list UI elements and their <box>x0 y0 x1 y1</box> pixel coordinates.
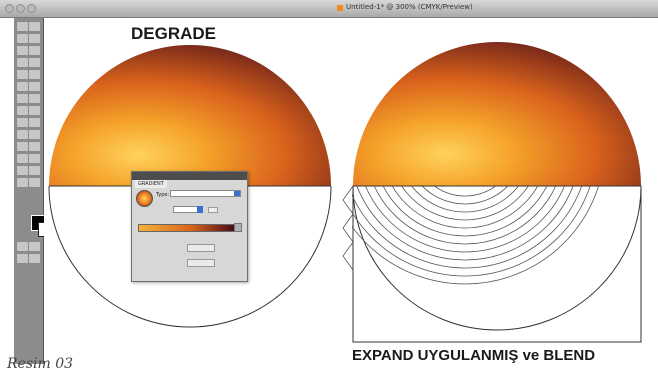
gradient-type-select[interactable] <box>170 190 241 197</box>
gradient-preview-swatch[interactable] <box>136 190 153 207</box>
gradient-tab[interactable]: GRADIENT <box>135 180 167 188</box>
angle-dropdown-arrow-icon[interactable] <box>197 206 203 213</box>
type-label: Type: <box>156 192 170 198</box>
aspect-ratio-input[interactable] <box>208 207 218 213</box>
gradient-panel: GRADIENT Type: <box>131 171 248 282</box>
angle-input[interactable] <box>173 206 200 213</box>
expand-blend-heading: EXPAND UYGULANMIŞ ve BLEND <box>352 347 596 364</box>
location-input[interactable] <box>187 259 215 267</box>
artwork <box>48 42 642 343</box>
blend-zigzag-edge <box>342 185 354 271</box>
degrade-heading: DEGRADE <box>131 24 217 43</box>
right-gradient-half-circle <box>353 42 641 186</box>
opacity-input[interactable] <box>187 244 215 252</box>
gradient-slider[interactable] <box>138 224 235 232</box>
delete-stop-icon[interactable] <box>234 223 242 232</box>
chevron-down-icon <box>234 191 240 196</box>
left-gradient-half-circle <box>49 45 331 186</box>
right-circle-outline <box>352 185 642 331</box>
panel-title-bar[interactable] <box>132 172 247 180</box>
figure-caption: Resim 03 <box>7 356 74 372</box>
